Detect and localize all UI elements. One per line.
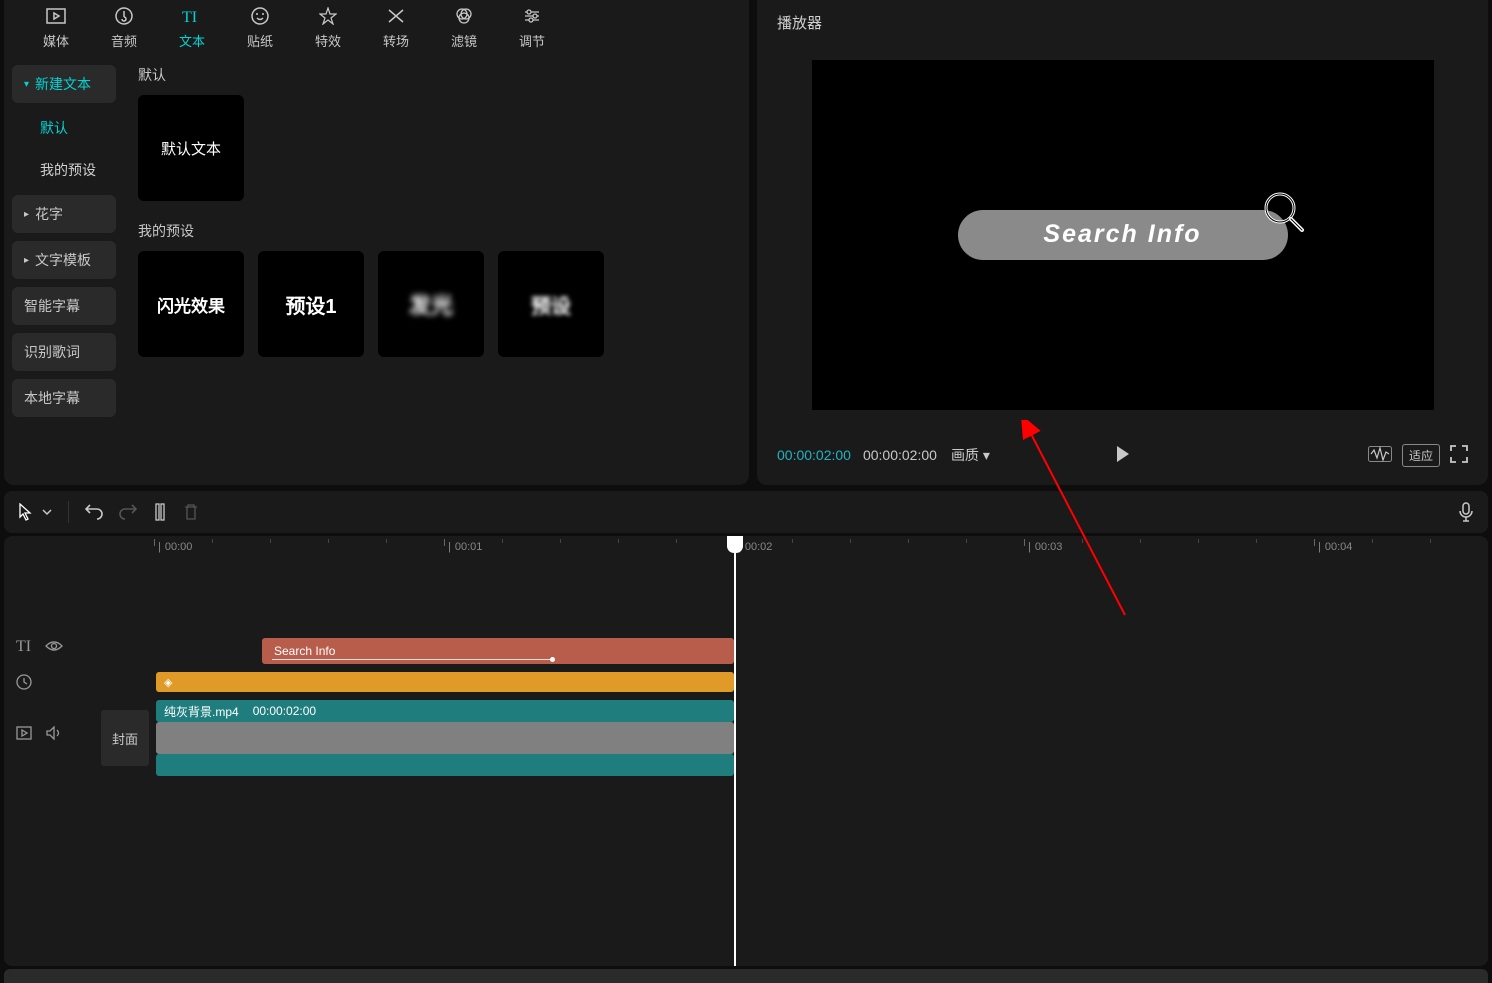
caret-right-icon: ▸ bbox=[24, 255, 29, 266]
split-button[interactable] bbox=[153, 503, 167, 521]
tab-sticker[interactable]: 贴纸 bbox=[226, 0, 294, 55]
visibility-icon[interactable] bbox=[45, 640, 63, 655]
mic-button[interactable] bbox=[1458, 502, 1474, 522]
tab-text[interactable]: TI 文本 bbox=[158, 0, 226, 55]
asset-preset-4[interactable]: 预设 bbox=[498, 251, 604, 357]
video-clip-header[interactable]: 纯灰背景.mp4 00:00:02:00 bbox=[156, 700, 734, 722]
sidebar-lyrics[interactable]: 识别歌词 bbox=[12, 333, 116, 371]
bottom-scroll[interactable] bbox=[4, 969, 1488, 983]
delete-button[interactable] bbox=[183, 503, 199, 521]
text-icon: TI bbox=[182, 5, 202, 27]
playhead[interactable] bbox=[734, 536, 736, 966]
quality-dropdown[interactable]: 画质 ▾ bbox=[951, 445, 990, 465]
mute-icon[interactable] bbox=[46, 726, 62, 743]
preview-area: Search Info bbox=[757, 44, 1488, 425]
fullscreen-icon[interactable] bbox=[1450, 445, 1468, 466]
video-track-icon[interactable] bbox=[16, 726, 32, 743]
tab-transition[interactable]: 转场 bbox=[362, 0, 430, 55]
text-clip[interactable]: Search Info bbox=[262, 638, 734, 664]
main-toolbar: 媒体 音频 TI 文本 贴纸 特效 转场 bbox=[4, 0, 749, 55]
sidebar-subtitle[interactable]: 智能字幕 bbox=[12, 287, 116, 325]
cover-button[interactable]: 封面 bbox=[101, 710, 149, 766]
asset-preset-2[interactable]: 预设1 bbox=[258, 251, 364, 357]
preview-canvas[interactable]: Search Info bbox=[812, 60, 1434, 410]
fit-button[interactable]: 适应 bbox=[1402, 444, 1440, 467]
text-track-icon[interactable]: TI bbox=[16, 638, 31, 656]
audio-icon bbox=[115, 5, 133, 27]
redo-button[interactable] bbox=[119, 504, 137, 520]
preview-controls: 00:00:02:00 00:00:02:00 画质 ▾ 适应 bbox=[757, 425, 1488, 485]
sidebar-default[interactable]: 默认 bbox=[12, 111, 116, 145]
asset-preset-1[interactable]: 闪光效果 bbox=[138, 251, 244, 357]
filter-icon bbox=[455, 5, 473, 27]
text-sidebar: ▾ 新建文本 默认 我的预设 ▸ 花字 ▸ 文字模板 智能字幕 识别歌词 bbox=[4, 55, 124, 485]
section-title-presets: 我的预设 bbox=[138, 221, 735, 241]
playhead-handle[interactable] bbox=[727, 536, 743, 553]
audio-clip[interactable]: ◈ bbox=[156, 672, 734, 692]
asset-preset-3[interactable]: 发光 bbox=[378, 251, 484, 357]
ruler[interactable]: |00:00 |00:01 |00:02 |00:03 |00:04 bbox=[154, 536, 1488, 558]
caret-right-icon: ▸ bbox=[24, 209, 29, 220]
time-current: 00:00:02:00 bbox=[777, 447, 851, 463]
tab-effects[interactable]: 特效 bbox=[294, 0, 362, 55]
sidebar-local-subtitle[interactable]: 本地字幕 bbox=[12, 379, 116, 417]
tab-filter[interactable]: 滤镜 bbox=[430, 0, 498, 55]
section-title-default: 默认 bbox=[138, 65, 735, 85]
clock-icon[interactable] bbox=[16, 674, 32, 693]
video-clip-body[interactable] bbox=[156, 722, 734, 754]
transition-icon bbox=[387, 5, 405, 27]
player-panel: 播放器 Search Info 00:00:02:00 bbox=[757, 0, 1488, 485]
audio-wave-icon: ◈ bbox=[164, 676, 172, 689]
sidebar-my-presets[interactable]: 我的预设 bbox=[12, 153, 116, 187]
tab-audio[interactable]: 音频 bbox=[90, 0, 158, 55]
time-total: 00:00:02:00 bbox=[863, 447, 937, 463]
magnifier-icon bbox=[1260, 188, 1308, 239]
player-title: 播放器 bbox=[757, 0, 1488, 44]
cursor-dropdown[interactable] bbox=[42, 508, 52, 516]
timeline-toolbar bbox=[4, 491, 1488, 533]
undo-button[interactable] bbox=[85, 504, 103, 520]
caret-down-icon: ▾ bbox=[24, 79, 29, 90]
waveform-icon[interactable] bbox=[1368, 446, 1392, 465]
video-clip-footer[interactable] bbox=[156, 754, 734, 776]
tab-adjust[interactable]: 调节 bbox=[498, 0, 566, 55]
sidebar-fancy[interactable]: ▸ 花字 bbox=[12, 195, 116, 233]
asset-area: 默认 默认文本 我的预设 闪光效果 预设1 发光 bbox=[124, 55, 749, 485]
sticker-icon bbox=[251, 5, 269, 27]
sidebar-new-text[interactable]: ▾ 新建文本 bbox=[12, 65, 116, 103]
timeline[interactable]: |00:00 |00:01 |00:02 |00:03 |00:04 TI bbox=[4, 536, 1488, 966]
adjust-icon bbox=[523, 5, 541, 27]
svg-text:TI: TI bbox=[182, 9, 197, 25]
assets-panel: 媒体 音频 TI 文本 贴纸 特效 转场 bbox=[4, 0, 749, 485]
preview-search-pill: Search Info bbox=[958, 210, 1288, 260]
media-icon bbox=[46, 5, 66, 27]
tab-media[interactable]: 媒体 bbox=[22, 0, 90, 55]
effects-icon bbox=[319, 5, 337, 27]
asset-default-text[interactable]: 默认文本 bbox=[138, 95, 244, 201]
play-button[interactable] bbox=[1115, 445, 1131, 466]
cursor-tool[interactable] bbox=[18, 503, 34, 521]
sidebar-template[interactable]: ▸ 文字模板 bbox=[12, 241, 116, 279]
